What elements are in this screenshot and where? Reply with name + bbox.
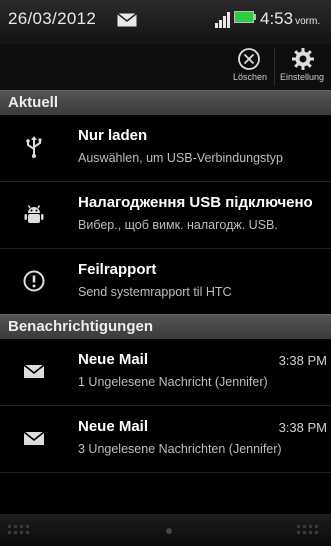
section-title: Benachrichtigungen [8, 318, 154, 335]
notification-item-usb[interactable]: Nur laden Auswählen, um USB-Verbindungst… [0, 115, 331, 182]
item-time: 3:38 PM [278, 420, 327, 435]
notification-item-bug-report[interactable]: Feilrapport Send systemrapport til HTC [0, 249, 331, 316]
status-time: 4:53 vorm. [260, 9, 321, 28]
notification-item-usb-debug[interactable]: Налагодження USB підключено Вибер., щоб … [0, 182, 331, 249]
handle-dot [166, 528, 172, 534]
section-title: Aktuell [8, 94, 59, 111]
clear-button[interactable]: Löschen [222, 44, 278, 90]
item-title: Feilrapport [78, 261, 157, 278]
action-bar: Löschen Einstellung [0, 44, 331, 90]
notification-item-mail-2[interactable]: Neue Mail 3:38 PM 3 Ungelesene Nachricht… [0, 406, 331, 473]
item-subtitle: 1 Ungelesene Nachricht (Jennifer) [78, 375, 268, 389]
section-header-current: Aktuell [0, 90, 331, 116]
notification-item-mail-1[interactable]: Neue Mail 3:38 PM 1 Ungelesene Nachricht… [0, 339, 331, 406]
item-subtitle: 3 Ungelesene Nachrichten (Jennifer) [78, 442, 282, 456]
battery-icon [234, 11, 256, 23]
item-subtitle: Auswählen, um USB-Verbindungstyp [78, 151, 283, 165]
mail-icon [117, 13, 137, 27]
item-subtitle: Вибер., щоб вимк. налагодж. USB. [78, 218, 278, 232]
action-divider [274, 48, 275, 86]
clear-label: Löschen [232, 72, 268, 82]
status-bar: 26/03/2012 4:53 vorm. [0, 0, 331, 44]
usb-icon [26, 136, 42, 158]
item-time: 3:38 PM [278, 353, 327, 368]
item-title: Neue Mail [78, 351, 149, 368]
mail-icon [23, 364, 45, 378]
item-title: Nur laden [78, 127, 148, 144]
clear-icon [238, 48, 260, 70]
item-title: Neue Mail [78, 418, 149, 435]
drag-handle-bar[interactable] [0, 514, 331, 546]
alert-icon [23, 270, 45, 292]
item-subtitle: Send systemrapport til HTC [78, 285, 232, 299]
status-date: 26/03/2012 [8, 9, 97, 28]
section-header-notifications: Benachrichtigungen [0, 314, 331, 340]
item-title: Налагодження USB підключено [78, 194, 313, 211]
grip-icon [8, 525, 29, 534]
grip-icon [297, 525, 318, 534]
gear-icon [292, 48, 314, 70]
android-debug-icon [24, 205, 44, 223]
signal-icon [215, 12, 230, 28]
settings-label: Einstellung [280, 72, 325, 82]
mail-icon [23, 431, 45, 445]
settings-button[interactable]: Einstellung [276, 44, 331, 90]
